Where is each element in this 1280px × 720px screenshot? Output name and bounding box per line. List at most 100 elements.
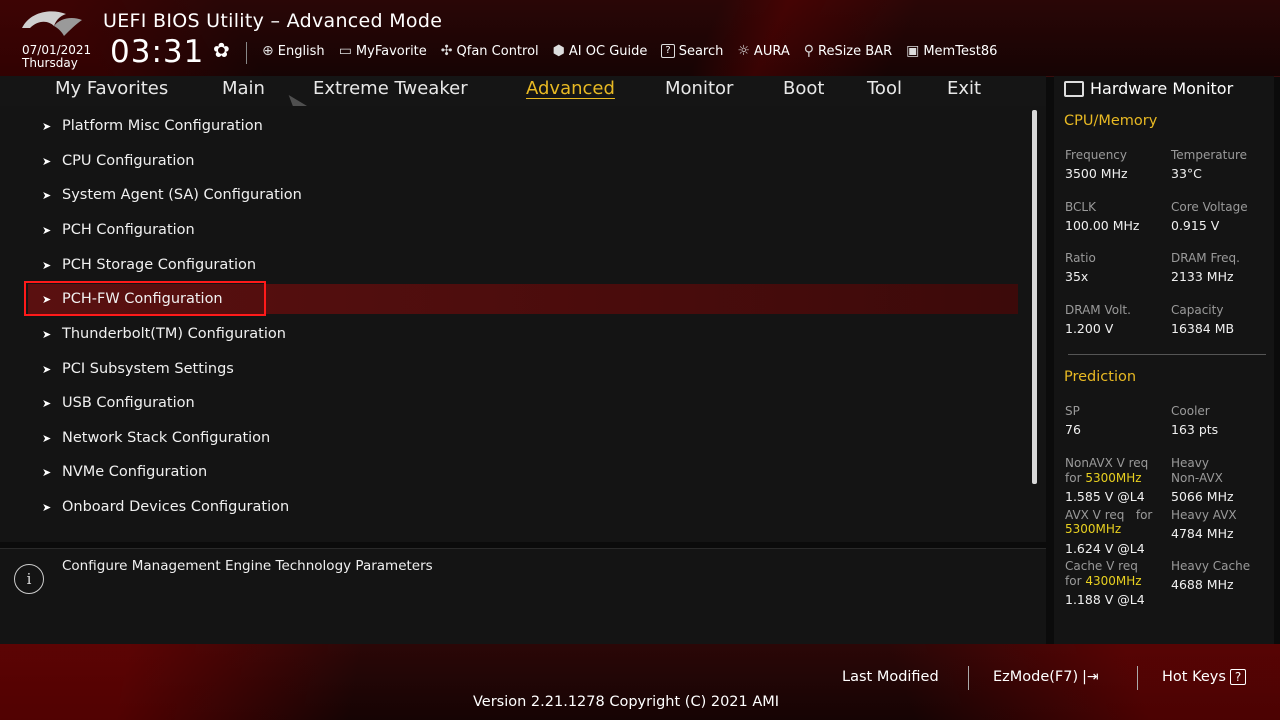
info-icon: i bbox=[14, 564, 44, 594]
menu-item-network-stack[interactable]: ➤ Network Stack Configuration bbox=[28, 423, 1018, 453]
toolbar: ⊕ English ▭ MyFavorite ✣ Qfan Control ⬢ … bbox=[262, 43, 997, 59]
avx-for: for bbox=[1135, 508, 1153, 522]
menu-item-system-agent[interactable]: ➤ System Agent (SA) Configuration bbox=[28, 180, 1018, 210]
menu-item-onboard-devices[interactable]: ➤ Onboard Devices Configuration bbox=[28, 492, 1018, 522]
divider bbox=[1068, 354, 1266, 355]
aura-button[interactable]: ☼ AURA bbox=[737, 43, 789, 59]
selection-highlight-box bbox=[24, 281, 266, 316]
memtest-label: MemTest86 bbox=[923, 43, 998, 59]
temperature-value: 33°C bbox=[1171, 166, 1202, 181]
heavy-cache-label: Heavy Cache bbox=[1171, 559, 1251, 573]
cache-value: 1.188 V @L4 bbox=[1065, 592, 1145, 607]
hardware-monitor-panel: Hardware Monitor CPU/Memory Frequency 35… bbox=[1054, 76, 1274, 644]
heavy-avx-label: Heavy AVX bbox=[1171, 508, 1237, 522]
chevron-right-icon: ➤ bbox=[42, 500, 52, 514]
qfan-control-button[interactable]: ✣ Qfan Control bbox=[441, 43, 539, 59]
clock-time: 03:31 bbox=[110, 34, 205, 70]
heavy-nonavx-label-2: Non-AVX bbox=[1171, 471, 1223, 485]
cache-freq: 4300MHz bbox=[1085, 574, 1142, 588]
chevron-right-icon: ➤ bbox=[42, 396, 52, 410]
help-key-icon: ? bbox=[1229, 669, 1247, 685]
divider bbox=[246, 42, 247, 64]
chevron-right-icon: ➤ bbox=[42, 119, 52, 133]
tab-tool[interactable]: Tool bbox=[867, 78, 902, 99]
globe-icon: ⊕ bbox=[262, 43, 274, 59]
bclk-label: BCLK bbox=[1065, 200, 1096, 214]
chevron-right-icon: ➤ bbox=[42, 327, 52, 341]
version-text: Version 2.21.1278 Copyright (C) 2021 AMI bbox=[473, 694, 780, 710]
divider bbox=[968, 666, 969, 690]
memtest-button[interactable]: ▣ MemTest86 bbox=[906, 43, 997, 59]
capacity-value: 16384 MB bbox=[1171, 321, 1235, 336]
core-voltage-label: Core Voltage bbox=[1171, 200, 1248, 214]
chevron-right-icon: ➤ bbox=[42, 465, 52, 479]
menu-item-pch-storage[interactable]: ➤ PCH Storage Configuration bbox=[28, 250, 1018, 280]
nonavx-freq: 5300MHz bbox=[1085, 471, 1142, 485]
resize-bar-button[interactable]: ⚲ ReSize BAR bbox=[804, 43, 892, 59]
myfavorite-button[interactable]: ▭ MyFavorite bbox=[339, 43, 427, 59]
tab-exit[interactable]: Exit bbox=[947, 78, 981, 99]
help-text: Configure Management Engine Technology P… bbox=[62, 558, 433, 574]
tab-my-favorites[interactable]: My Favorites bbox=[55, 78, 168, 99]
cache-label: Cache V req bbox=[1065, 559, 1138, 573]
header-bar: UEFI BIOS Utility – Advanced Mode 07/01/… bbox=[0, 0, 1280, 77]
search-icon: ? bbox=[661, 44, 675, 58]
gear-icon[interactable]: ✿ bbox=[213, 38, 230, 62]
cache-for-line: for 4300MHz bbox=[1065, 574, 1142, 588]
frequency-value: 3500 MHz bbox=[1065, 166, 1128, 181]
menu-item-cpu[interactable]: ➤ CPU Configuration bbox=[28, 146, 1018, 176]
menu-item-thunderbolt[interactable]: ➤ Thunderbolt(TM) Configuration bbox=[28, 319, 1018, 349]
tab-boot[interactable]: Boot bbox=[783, 78, 824, 99]
frequency-label: Frequency bbox=[1065, 148, 1127, 162]
ratio-value: 35x bbox=[1065, 269, 1089, 284]
cache-for: for bbox=[1065, 574, 1082, 588]
menu-item-usb[interactable]: ➤ USB Configuration bbox=[28, 388, 1018, 418]
language-button[interactable]: ⊕ English bbox=[262, 43, 325, 59]
menu-item-pch[interactable]: ➤ PCH Configuration bbox=[28, 215, 1018, 245]
ratio-label: Ratio bbox=[1065, 251, 1096, 265]
hot-keys-label: Hot Keys bbox=[1162, 669, 1226, 685]
menu-item-label: Platform Misc Configuration bbox=[62, 118, 263, 134]
cpu-memory-heading: CPU/Memory bbox=[1064, 113, 1158, 129]
heavy-cache-value: 4688 MHz bbox=[1171, 577, 1234, 592]
menu-item-label: NVMe Configuration bbox=[62, 464, 208, 480]
nonavx-for: for bbox=[1065, 471, 1082, 485]
heavy-nonavx-label: Heavy bbox=[1171, 456, 1209, 470]
aura-label: AURA bbox=[753, 43, 790, 59]
menu-item-label: PCH Storage Configuration bbox=[62, 257, 257, 273]
last-modified-button[interactable]: Last Modified bbox=[842, 669, 939, 685]
ezmode-button[interactable]: EzMode(F7) |⇥ bbox=[993, 669, 1099, 685]
tab-main[interactable]: Main bbox=[222, 78, 265, 99]
menu-scrollbar[interactable] bbox=[1032, 110, 1037, 484]
avx-label-line: AVX V req for bbox=[1065, 508, 1152, 522]
favorite-icon: ▭ bbox=[338, 43, 352, 59]
menu-item-pci-subsystem[interactable]: ➤ PCI Subsystem Settings bbox=[28, 354, 1018, 384]
menu-item-platform-misc[interactable]: ➤ Platform Misc Configuration bbox=[28, 111, 1018, 141]
tab-advanced[interactable]: Advanced bbox=[526, 78, 615, 99]
dram-freq-label: DRAM Freq. bbox=[1171, 251, 1240, 265]
chevron-right-icon: ➤ bbox=[42, 188, 52, 202]
hardware-monitor-title: Hardware Monitor bbox=[1064, 79, 1233, 98]
nonavx-for-line: for 5300MHz bbox=[1065, 471, 1142, 485]
exit-arrow-icon: |⇥ bbox=[1082, 669, 1099, 685]
divider bbox=[1137, 666, 1138, 690]
day-text: Thursday bbox=[22, 56, 78, 70]
language-label: English bbox=[277, 43, 325, 59]
tab-monitor[interactable]: Monitor bbox=[665, 78, 733, 99]
chevron-right-icon: ➤ bbox=[42, 431, 52, 445]
menu-item-label: System Agent (SA) Configuration bbox=[62, 187, 302, 203]
hot-keys-button[interactable]: Hot Keys ? bbox=[1162, 669, 1247, 685]
search-button[interactable]: ? Search bbox=[661, 43, 723, 59]
fan-icon: ✣ bbox=[440, 43, 453, 59]
sp-label: SP bbox=[1065, 404, 1080, 418]
monitor-icon bbox=[1064, 80, 1084, 97]
menu-item-label: Thunderbolt(TM) Configuration bbox=[62, 326, 286, 342]
tab-extreme-tweaker[interactable]: Extreme Tweaker bbox=[313, 78, 468, 99]
menu-item-label: USB Configuration bbox=[62, 395, 195, 411]
heavy-nonavx-value: 5066 MHz bbox=[1171, 489, 1234, 504]
date-display: 07/01/2021 Thursday bbox=[22, 44, 91, 70]
ai-oc-guide-button[interactable]: ⬢ AI OC Guide bbox=[553, 43, 648, 59]
menu-item-nvme[interactable]: ➤ NVMe Configuration bbox=[28, 457, 1018, 487]
nonavx-value: 1.585 V @L4 bbox=[1065, 489, 1145, 504]
ai-icon: ⬢ bbox=[552, 43, 565, 59]
